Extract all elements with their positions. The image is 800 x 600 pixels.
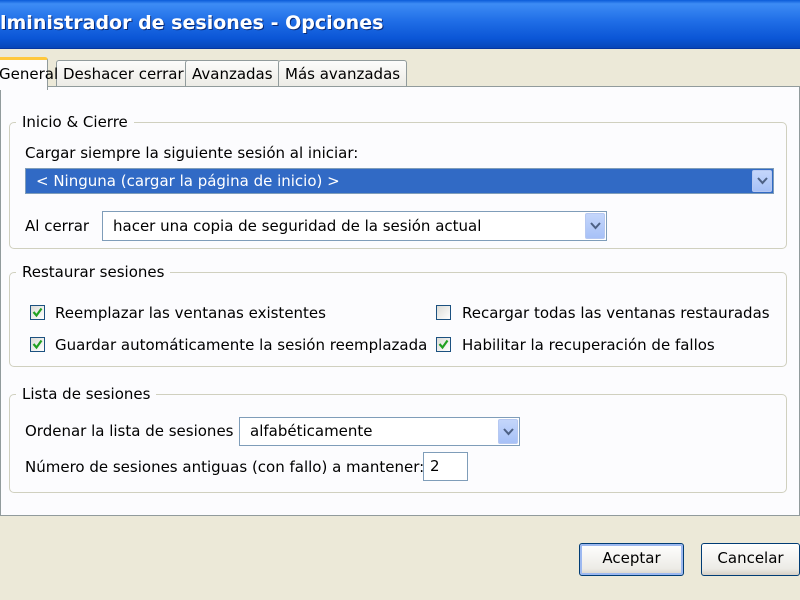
tab-general[interactable]: General xyxy=(0,57,58,90)
chevron-down-icon[interactable] xyxy=(498,419,518,444)
window-title: lministrador de sesiones - Opciones xyxy=(0,12,384,34)
load-session-select[interactable]: < Ninguna (cargar la página de inicio) > xyxy=(25,168,774,194)
session-list-legend: Lista de sesiones xyxy=(22,385,151,403)
restore-legend: Restaurar sesiones xyxy=(22,263,165,281)
reload-windows-label[interactable]: Recargar todas las ventanas restauradas xyxy=(462,304,770,322)
on-close-value: hacer una copia de seguridad de la sesió… xyxy=(113,217,482,235)
autosave-replaced-checkbox[interactable] xyxy=(30,337,45,352)
tab-undo-close[interactable]: Deshacer cerrar xyxy=(56,60,191,87)
sort-list-label: Ordenar la lista de sesiones xyxy=(25,422,234,440)
crash-recovery-checkbox[interactable] xyxy=(436,337,451,352)
keep-sessions-input[interactable]: 2 xyxy=(423,452,468,481)
load-session-label: Cargar siempre la siguiente sesión al in… xyxy=(25,144,359,162)
ok-button[interactable]: Aceptar xyxy=(579,543,684,576)
startup-legend: Inicio & Cierre xyxy=(22,113,128,131)
on-close-select[interactable]: hacer una copia de seguridad de la sesió… xyxy=(102,211,607,241)
replace-windows-checkbox[interactable] xyxy=(30,305,45,320)
tab-advanced[interactable]: Avanzadas xyxy=(185,60,280,87)
tab-more-advanced[interactable]: Más avanzadas xyxy=(278,60,408,87)
tab-general-label: General xyxy=(0,65,59,83)
cancel-button[interactable]: Cancelar xyxy=(701,543,800,576)
tab-strip: General Deshacer cerrar Avanzadas Más av… xyxy=(0,57,800,90)
chevron-down-icon[interactable] xyxy=(752,170,772,192)
crash-recovery-label[interactable]: Habilitar la recuperación de fallos xyxy=(462,336,715,354)
tab-more-advanced-label: Más avanzadas xyxy=(285,65,401,83)
keep-sessions-label: Número de sesiones antiguas (con fallo) … xyxy=(25,458,425,476)
tab-undo-close-label: Deshacer cerrar xyxy=(63,65,184,83)
sort-list-select[interactable]: alfabéticamente xyxy=(239,417,520,446)
title-bar[interactable]: lministrador de sesiones - Opciones xyxy=(0,0,800,49)
replace-windows-label[interactable]: Reemplazar las ventanas existentes xyxy=(55,304,326,322)
sort-list-value: alfabéticamente xyxy=(250,422,373,440)
chevron-down-icon[interactable] xyxy=(585,213,605,239)
load-session-value: < Ninguna (cargar la página de inicio) > xyxy=(36,172,340,190)
tab-panel-general: Inicio & Cierre Cargar siempre la siguie… xyxy=(0,86,800,516)
reload-windows-checkbox[interactable] xyxy=(436,305,451,320)
on-close-label: Al cerrar xyxy=(25,217,90,235)
autosave-replaced-label[interactable]: Guardar automáticamente la sesión reempl… xyxy=(55,336,427,354)
tab-advanced-label: Avanzadas xyxy=(192,65,273,83)
